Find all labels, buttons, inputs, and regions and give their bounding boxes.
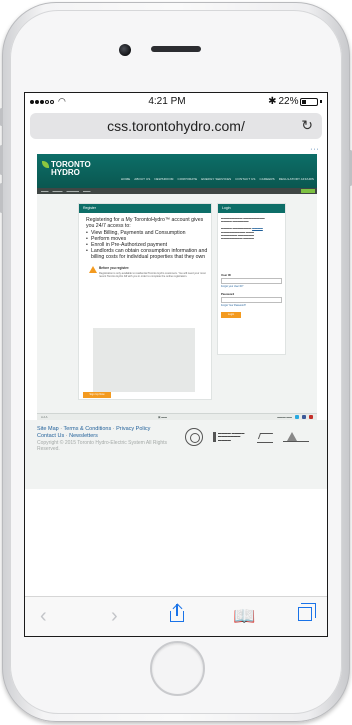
home-button[interactable] bbox=[150, 641, 205, 696]
notice-title: Before you register: bbox=[99, 266, 130, 271]
top-nav: HOME ABOUT US NEWSROOM CORPORATE ENERGY … bbox=[121, 177, 314, 181]
register-intro: Registering for a My TorontoHydro™ accou… bbox=[86, 217, 204, 230]
nav-item[interactable]: CONTACT US bbox=[235, 177, 255, 181]
forward-icon[interactable]: › bbox=[111, 606, 118, 626]
sub-nav-item[interactable]: ▬▬▬▬▬ bbox=[67, 190, 80, 193]
nav-item[interactable]: ENERGY SERVICES bbox=[201, 177, 231, 181]
sign-up-button[interactable]: Sign Up Now bbox=[83, 392, 111, 398]
status-time: 4:21 PM bbox=[148, 96, 186, 107]
signal-indicator: ◠ bbox=[30, 96, 66, 107]
sub-nav-item[interactable]: ▬▬▬ bbox=[41, 190, 49, 193]
bluetooth-icon: ✱ bbox=[268, 96, 277, 107]
logo-text-line2: HYDRO bbox=[51, 168, 80, 177]
nav-item[interactable]: CORPORATE bbox=[178, 177, 198, 181]
nav-item[interactable]: HOME bbox=[121, 177, 130, 181]
battery-icon bbox=[300, 97, 319, 106]
info-box bbox=[93, 328, 195, 392]
footer-link-terms[interactable]: Terms & Conditions bbox=[64, 426, 112, 432]
sub-nav-item[interactable]: ▬▬▬ bbox=[83, 190, 91, 193]
footer-link-site-map[interactable]: Site Map bbox=[37, 426, 59, 432]
battery-tip bbox=[320, 100, 322, 103]
site-footer: Site Map · Terms & Conditions · Privacy … bbox=[25, 420, 327, 489]
bookmarks-icon[interactable]: 📖 bbox=[233, 606, 255, 626]
footer-link-newsletters[interactable]: Newsletters bbox=[69, 433, 98, 439]
url-text: css.torontohydro.com/ bbox=[107, 118, 245, 134]
partner-logos: ▬▬▬▬ ▬▬▬▬ ▬▬▬▬▬▬▬ ▬▬▬▬ bbox=[185, 428, 309, 446]
battery-fill bbox=[302, 99, 306, 104]
twitter-icon[interactable] bbox=[294, 415, 299, 419]
status-bar: ◠ 4:21 PM ✱ 22% bbox=[25, 93, 327, 110]
nav-item[interactable]: REGULATORY AFFAIRS bbox=[279, 177, 314, 181]
signal-dot bbox=[45, 99, 49, 104]
battery-percent: 22% bbox=[278, 96, 299, 107]
user-id-label: User ID bbox=[221, 272, 231, 277]
login-intro: ▬▬▬▬▬▬▬▬ ▬▬▬▬▬▬▬▬ ▬▬▬▬ ▬▬▬▬▬▬ ▬▬▬▬ ▬▬▬▬▬▬▬… bbox=[221, 217, 265, 241]
page-body: Register Registering for a My TorontoHyd… bbox=[37, 194, 317, 413]
front-camera bbox=[119, 44, 131, 56]
address-bar[interactable]: css.torontohydro.com/ ↻ bbox=[30, 113, 322, 139]
print-link[interactable]: ▣ ▬▬ bbox=[158, 415, 167, 419]
forgot-user-id-link[interactable]: Forgot your User ID? bbox=[218, 284, 285, 288]
site-search-button[interactable] bbox=[301, 189, 315, 193]
signal-dot bbox=[50, 99, 54, 104]
footer-link-privacy[interactable]: Privacy Policy bbox=[116, 426, 150, 432]
site-header: TORONTO HYDRO HOME ABOUT US NEWSROOM COR… bbox=[37, 154, 317, 188]
partner-logo bbox=[257, 431, 273, 443]
text-size-control[interactable]: A A A bbox=[41, 415, 48, 419]
login-panel: Login ▬▬▬▬▬▬▬▬ ▬▬▬▬▬▬▬▬ ▬▬▬▬ ▬▬▬▬▬▬ ▬▬▬▬ ▬… bbox=[217, 203, 286, 355]
sustainability-logo bbox=[283, 432, 309, 442]
signal-dot bbox=[35, 99, 39, 104]
utility-link[interactable]: ▪ bbox=[311, 147, 312, 151]
copyright-text: Copyright © 2015 Toronto Hydro-Electric … bbox=[37, 440, 168, 453]
earpiece-speaker bbox=[151, 46, 201, 52]
login-heading: Login bbox=[218, 204, 285, 213]
register-heading: Register bbox=[79, 204, 211, 213]
nav-item[interactable]: ABOUT US bbox=[134, 177, 150, 181]
browser-toolbar: ‹ › 📖 bbox=[25, 596, 327, 636]
volume-up-button bbox=[0, 145, 3, 175]
youtube-icon[interactable] bbox=[308, 415, 313, 419]
benefit-list: View Billing, Payments and Consumption P… bbox=[79, 229, 211, 260]
footer-link-contact[interactable]: Contact Us bbox=[37, 433, 64, 439]
register-notice: Before you register: Registration is onl… bbox=[89, 266, 207, 279]
list-item: Landlords can obtain consumption informa… bbox=[86, 248, 209, 260]
utility-links: ▪ ▪ ▪ bbox=[25, 143, 327, 154]
login-button[interactable]: Login bbox=[221, 311, 241, 318]
tabs-icon[interactable] bbox=[298, 603, 316, 621]
login-spacer bbox=[218, 241, 285, 269]
toronto-hydro-logo[interactable]: TORONTO HYDRO bbox=[42, 161, 91, 177]
utility-link[interactable]: ▪ bbox=[317, 147, 318, 151]
forgot-password-link[interactable]: Forgot Your Password? bbox=[218, 303, 285, 307]
signal-dot bbox=[30, 99, 34, 104]
top-employers-logo: ▬▬▬▬ ▬▬▬▬ ▬▬▬▬▬▬▬ ▬▬▬▬ bbox=[213, 431, 247, 443]
sub-nav-item[interactable]: ▬▬▬▬ bbox=[53, 190, 63, 193]
screen: ◠ 4:21 PM ✱ 22% css.torontohydro.com/ ↻ … bbox=[24, 92, 328, 637]
social-links: ▬▬▬ ▬▬ bbox=[277, 415, 313, 419]
facebook-icon[interactable] bbox=[301, 415, 306, 419]
utility-link[interactable]: ▪ bbox=[314, 147, 315, 151]
warning-icon bbox=[89, 266, 97, 274]
back-icon[interactable]: ‹ bbox=[40, 606, 47, 626]
site-container: TORONTO HYDRO HOME ABOUT US NEWSROOM COR… bbox=[37, 154, 317, 420]
page-tools-bar: A A A ▣ ▬▬ ▬▬▬ ▬▬ bbox=[37, 413, 317, 420]
certification-seal-logo bbox=[185, 428, 203, 446]
battery-indicator: ✱ 22% bbox=[268, 96, 322, 107]
follow-text: ▬▬▬ ▬▬ bbox=[277, 415, 292, 419]
register-panel: Register Registering for a My TorontoHyd… bbox=[78, 203, 212, 400]
nav-item[interactable]: NEWSROOM bbox=[154, 177, 173, 181]
volume-down-button bbox=[0, 183, 3, 213]
reload-icon[interactable]: ↻ bbox=[301, 117, 313, 134]
mute-switch bbox=[0, 108, 3, 126]
web-content: ▪ ▪ ▪ TORONTO HYDRO HOME ABOUT US NEWSROOM… bbox=[25, 143, 327, 585]
wifi-icon: ◠ bbox=[58, 96, 66, 106]
password-label: Password bbox=[221, 291, 235, 296]
signal-dot bbox=[40, 99, 44, 104]
share-icon[interactable] bbox=[170, 603, 184, 622]
leaf-icon bbox=[42, 161, 49, 169]
notice-text: Registration is only available to reside… bbox=[99, 272, 206, 279]
nav-item[interactable]: CAREERS bbox=[260, 177, 275, 181]
